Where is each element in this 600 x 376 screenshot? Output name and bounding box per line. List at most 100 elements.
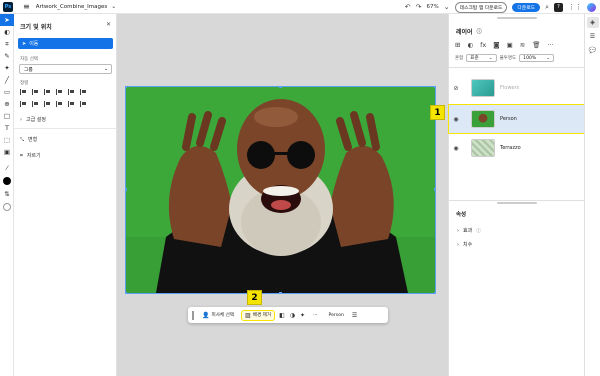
top-right-controls: ↶ ↷ 67% ⌄ 데스크탑 앱 다운로드 다운로드 ⌕ ? ⋮⋮ [405,0,600,14]
mask-icon[interactable]: ◙ [493,41,499,49]
zoom-level[interactable]: 67% [427,4,439,10]
align-top-icon[interactable] [56,89,63,95]
delete-icon[interactable]: 🗑 [532,41,540,49]
distribute-left-icon[interactable] [20,101,27,107]
resize-handle[interactable] [279,292,282,293]
resize-handle[interactable] [279,87,282,88]
desktop-app-download-button[interactable]: 데스크탑 앱 다운로드 [454,1,508,13]
adjustment-icon[interactable]: ◑ [290,312,295,319]
brush-tool-icon[interactable]: ╱ [0,74,14,86]
close-icon[interactable]: ✕ [106,21,111,28]
layer-row-terrazzo[interactable]: ◉ Terrazzo [449,134,585,162]
select-subject-label: 피사체 선택 [211,313,235,318]
eye-icon[interactable]: ◉ [449,116,463,123]
apps-grid-icon[interactable]: ⋮⋮ [568,3,582,11]
distribute-right-icon[interactable] [44,101,51,107]
resize-handle[interactable] [434,188,435,191]
fx-icon[interactable]: fx [480,41,486,49]
move-button[interactable]: ➤ 이동 [18,38,113,49]
background-color-swatch[interactable] [2,203,11,211]
opacity-select[interactable]: 100% ⌄ [519,54,555,62]
layers-panel-icon[interactable]: ◈ [586,17,599,28]
fill-tool-icon[interactable]: ⬚ [0,134,14,146]
search-icon[interactable]: ⌕ [545,3,549,12]
blend-mode-select[interactable]: 표준 ⌄ [466,54,497,62]
redo-icon[interactable]: ↷ [416,3,422,11]
transform-icon: ⤡ [20,136,25,143]
advanced-settings-toggle[interactable]: › 고급 설정 [20,116,46,124]
panel-title: 크기 및 위치 [20,24,52,31]
layer-row-flowers[interactable]: ⊘ Flowers [449,74,585,102]
stack-icon[interactable]: ≋ [520,41,525,49]
chevron-down-icon[interactable]: ⌄ [111,3,116,10]
undo-icon[interactable]: ↶ [405,3,411,11]
info-icon[interactable]: ⓘ [476,228,481,234]
adjustments-panel-icon[interactable]: ☰ [587,31,599,42]
image-icon[interactable]: ▣ [507,41,513,49]
drag-handle-icon[interactable] [192,310,194,320]
avatar[interactable] [587,2,596,12]
hamburger-menu-icon[interactable]: ≡ [23,2,30,11]
more-options-button[interactable]: ··· [310,312,320,319]
panel-grabber[interactable] [497,202,537,204]
selection-tool-icon[interactable]: ◐ [0,26,14,38]
effects-row[interactable]: › 효과 ⓘ [457,227,481,235]
tool-options-panel: 크기 및 위치 ✕ ➤ 이동 자동 선택 그룹 ⌄ 정렬 › 고급 설정 ⤡ 변… [14,14,117,376]
align-left-icon[interactable] [20,89,27,95]
mask-icon[interactable]: ◧ [279,312,285,319]
adjustment-layer-icon[interactable]: ◐ [467,41,473,49]
align-middle-icon[interactable] [68,89,75,95]
foreground-color-swatch[interactable] [2,177,11,185]
move-icon: ➤ [22,40,27,47]
eyedropper-tool-icon[interactable]: ⁄ [0,162,14,174]
download-button[interactable]: 다운로드 [512,2,541,12]
eraser-tool-icon[interactable]: ▭ [0,86,14,98]
distribute-top-icon[interactable] [56,101,63,107]
add-layer-icon[interactable]: ⊞ [455,41,460,49]
resize-handle[interactable] [434,87,435,88]
quick-select-icon[interactable]: ✎ [0,50,14,62]
dimensions-row[interactable]: › 치수 [457,241,472,249]
align-right-icon[interactable] [44,89,51,95]
panel-grabber[interactable] [497,17,537,19]
transform-label: 변형 [28,137,38,143]
chevron-down-icon[interactable]: ⌄ [444,3,450,11]
transform-item[interactable]: ⤡ 변형 [20,136,38,144]
layer-row-person[interactable]: ◉ Person [448,104,586,134]
remove-background-button[interactable]: ▨ 배경 제거 [241,309,276,321]
canvas-image[interactable] [125,86,436,294]
resize-handle[interactable] [126,87,127,88]
eye-icon[interactable]: ◉ [449,145,463,152]
generative-icon[interactable]: ✦ [300,312,305,319]
contextual-task-bar: 👤 피사체 선택 ▨ 배경 제거 ◧ ◑ ✦ ··· Person ☰ [188,307,388,323]
eye-hidden-icon[interactable]: ⊘ [449,85,463,92]
crop-tool-icon[interactable]: ⌗ [0,38,14,50]
distribute-center-icon[interactable] [32,101,39,107]
resize-handle[interactable] [126,188,127,191]
shape-tool-icon[interactable]: □ [0,110,14,122]
auto-select-dropdown[interactable]: 그룹 ⌄ [19,64,112,74]
distribute-bottom-icon[interactable] [80,101,87,107]
move-tool-icon[interactable]: ➤ [0,14,14,26]
resize-handle[interactable] [126,292,127,293]
image-add-icon[interactable]: ▣ [0,146,14,158]
layer-name: Terrazzo [500,145,521,151]
align-center-icon[interactable] [32,89,39,95]
blend-row: 혼합 표준 ⌄ 불투명도 100% ⌄ [455,54,555,62]
distribute-middle-icon[interactable] [68,101,75,107]
clone-tool-icon[interactable]: ⊕ [0,98,14,110]
text-tool-icon[interactable]: T [0,122,14,134]
settings-sliders-icon[interactable]: ☰ [352,312,357,319]
select-subject-button[interactable]: 👤 피사체 선택 [199,311,237,320]
swap-colors-icon[interactable]: ⇅ [0,188,14,200]
more-icon[interactable]: ··· [547,41,553,49]
info-icon[interactable]: ⓘ [477,28,482,35]
opacity-value: 100% [523,55,537,61]
comments-icon[interactable]: 💬 [587,45,599,56]
document-title[interactable]: Artwork_Combine_Images [36,4,108,10]
generative-fill-icon[interactable]: ✦ [0,62,14,74]
resize-handle[interactable] [434,292,435,293]
align-bottom-icon[interactable] [80,89,87,95]
crop-item[interactable]: ⌗ 자르기 [20,152,41,160]
help-icon[interactable]: ? [554,2,563,12]
